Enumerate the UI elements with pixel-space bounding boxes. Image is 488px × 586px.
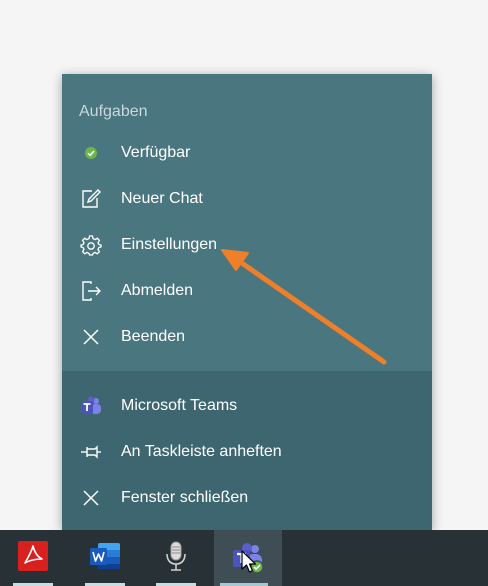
new-chat-icon xyxy=(79,187,103,211)
microphone-icon xyxy=(161,539,191,578)
menu-item-microsoft-teams[interactable]: Microsoft Teams xyxy=(62,383,432,429)
taskbar-button-recorder[interactable] xyxy=(146,530,206,586)
menu-item-sign-out[interactable]: Abmelden xyxy=(62,268,432,314)
teams-jump-list: Aufgaben Verfügbar Neuer Chat Einstellun… xyxy=(62,74,432,530)
close-icon xyxy=(79,486,103,510)
menu-item-label: An Taskleiste anheften xyxy=(121,443,282,460)
menu-item-label: Verfügbar xyxy=(121,144,191,161)
menu-item-quit[interactable]: Beenden xyxy=(62,314,432,360)
taskbar-button-acrobat[interactable] xyxy=(3,530,63,586)
menu-item-new-chat[interactable]: Neuer Chat xyxy=(62,176,432,222)
menu-item-label: Microsoft Teams xyxy=(121,397,238,414)
menu-item-pin-to-taskbar[interactable]: An Taskleiste anheften xyxy=(62,429,432,475)
close-icon xyxy=(79,325,103,349)
app-section: Microsoft Teams An Taskleiste anheften F… xyxy=(62,371,432,530)
menu-item-settings[interactable]: Einstellungen xyxy=(62,222,432,268)
mouse-cursor-icon xyxy=(240,550,258,579)
taskbar xyxy=(0,530,488,586)
word-icon xyxy=(88,539,122,578)
menu-item-label: Einstellungen xyxy=(121,236,218,253)
menu-item-label: Abmelden xyxy=(121,282,194,299)
menu-item-label: Neuer Chat xyxy=(121,190,203,207)
menu-item-label: Beenden xyxy=(121,328,186,345)
menu-item-available[interactable]: Verfügbar xyxy=(62,130,432,176)
menu-item-label: Fenster schließen xyxy=(121,489,249,506)
taskbar-button-teams[interactable] xyxy=(214,530,282,586)
status-available-icon xyxy=(79,141,103,165)
menu-item-close-window[interactable]: Fenster schließen xyxy=(62,475,432,521)
sign-out-icon xyxy=(79,279,103,303)
teams-icon xyxy=(79,394,103,418)
section-title-tasks: Aufgaben xyxy=(79,103,148,120)
pin-icon xyxy=(79,440,103,464)
gear-icon xyxy=(79,233,103,257)
acrobat-reader-icon xyxy=(16,539,50,578)
taskbar-button-word[interactable] xyxy=(75,530,135,586)
